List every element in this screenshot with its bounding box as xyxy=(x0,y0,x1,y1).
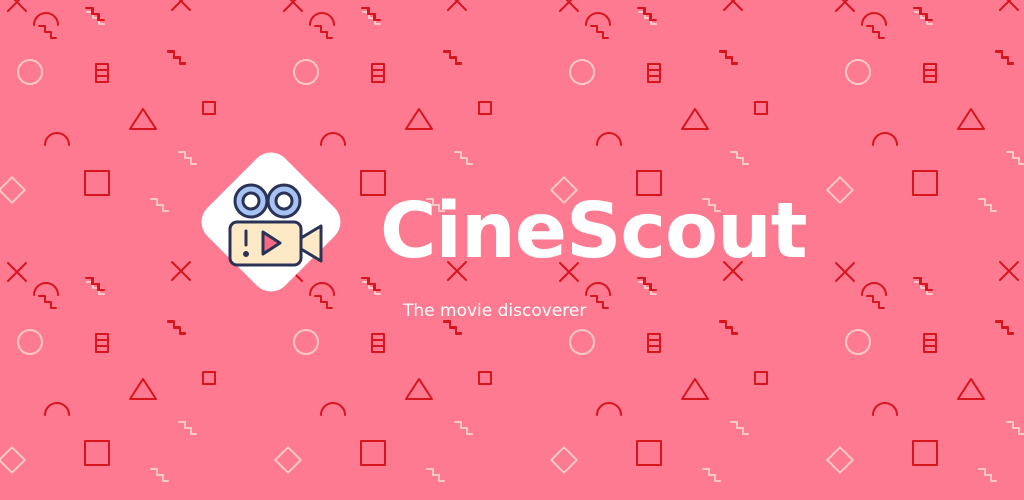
pattern-shape xyxy=(202,371,216,385)
pattern-shape xyxy=(1006,421,1024,435)
pattern-shape xyxy=(454,421,473,435)
logo-tile xyxy=(201,152,341,292)
pattern-shape xyxy=(17,59,43,85)
pattern-shape xyxy=(754,101,768,115)
pattern-shape xyxy=(478,101,492,115)
pattern-shape xyxy=(835,262,855,282)
pattern-shape xyxy=(150,468,169,482)
pattern-shape xyxy=(845,59,871,85)
pattern-shape xyxy=(44,402,70,416)
pattern-shape xyxy=(861,12,887,26)
pattern-shape xyxy=(0,446,26,474)
pattern-shape xyxy=(912,440,938,466)
pattern-shape xyxy=(293,329,319,355)
pattern-shape xyxy=(44,132,70,146)
pattern-shape xyxy=(866,25,885,39)
pattern-shape xyxy=(826,446,854,474)
pattern-shape xyxy=(171,0,191,11)
pattern-shape xyxy=(150,198,169,212)
pattern-shape xyxy=(405,108,433,130)
app-title: CineScout xyxy=(380,187,808,276)
pattern-shape xyxy=(478,371,492,385)
pattern-shape xyxy=(999,0,1019,11)
pattern-shape xyxy=(585,12,611,26)
pattern-shape xyxy=(569,59,595,85)
pattern-shape xyxy=(360,440,386,466)
pattern-shape xyxy=(7,0,27,12)
pattern-shape xyxy=(38,25,57,39)
pattern-shape xyxy=(202,101,216,115)
pattern-shape xyxy=(1006,151,1024,165)
pattern-shape xyxy=(33,282,59,296)
pattern-shape xyxy=(0,176,26,204)
pattern-shape xyxy=(723,0,743,11)
pattern-shape xyxy=(569,329,595,355)
pattern-shape xyxy=(730,151,749,165)
pattern-shape xyxy=(681,108,709,130)
pattern-shape xyxy=(596,402,622,416)
pattern-shape xyxy=(550,446,578,474)
pattern-shape xyxy=(590,295,609,309)
pattern-shape xyxy=(293,59,319,85)
pattern-shape xyxy=(596,132,622,146)
pattern-shape xyxy=(730,421,749,435)
pattern-shape xyxy=(559,0,579,12)
pattern-shape xyxy=(835,0,855,12)
pattern-shape xyxy=(454,151,473,165)
pattern-shape xyxy=(845,329,871,355)
pattern-shape xyxy=(861,282,887,296)
pattern-shape xyxy=(84,170,110,196)
pattern-shape xyxy=(129,108,157,130)
pattern-shape xyxy=(912,170,938,196)
pattern-shape xyxy=(17,329,43,355)
pattern-shape xyxy=(426,468,445,482)
pattern-shape xyxy=(590,25,609,39)
pattern-shape xyxy=(178,421,197,435)
pattern-shape xyxy=(274,446,302,474)
pattern-shape xyxy=(447,0,467,11)
pattern-shape xyxy=(826,176,854,204)
pattern-shape xyxy=(320,402,346,416)
pattern-shape xyxy=(978,468,997,482)
pattern-shape xyxy=(636,440,662,466)
pattern-shape xyxy=(978,198,997,212)
pattern-shape xyxy=(585,282,611,296)
pattern-shape xyxy=(129,378,157,400)
pattern-shape xyxy=(754,371,768,385)
pattern-shape xyxy=(957,378,985,400)
banner: CineScout The movie discoverer xyxy=(0,0,1024,500)
pattern-shape xyxy=(957,108,985,130)
pattern-shape xyxy=(872,132,898,146)
pattern-shape xyxy=(999,261,1019,281)
pattern-shape xyxy=(84,440,110,466)
pattern-shape xyxy=(38,295,57,309)
pattern-shape xyxy=(866,295,885,309)
pattern-shape xyxy=(702,468,721,482)
pattern-shape xyxy=(309,12,335,26)
pattern-shape xyxy=(283,0,303,12)
pattern-shape xyxy=(681,378,709,400)
pattern-shape xyxy=(405,378,433,400)
pattern-shape xyxy=(33,12,59,26)
app-tagline: The movie discoverer xyxy=(403,301,587,321)
pattern-shape xyxy=(872,402,898,416)
pattern-shape xyxy=(314,25,333,39)
pattern-shape xyxy=(7,262,27,282)
